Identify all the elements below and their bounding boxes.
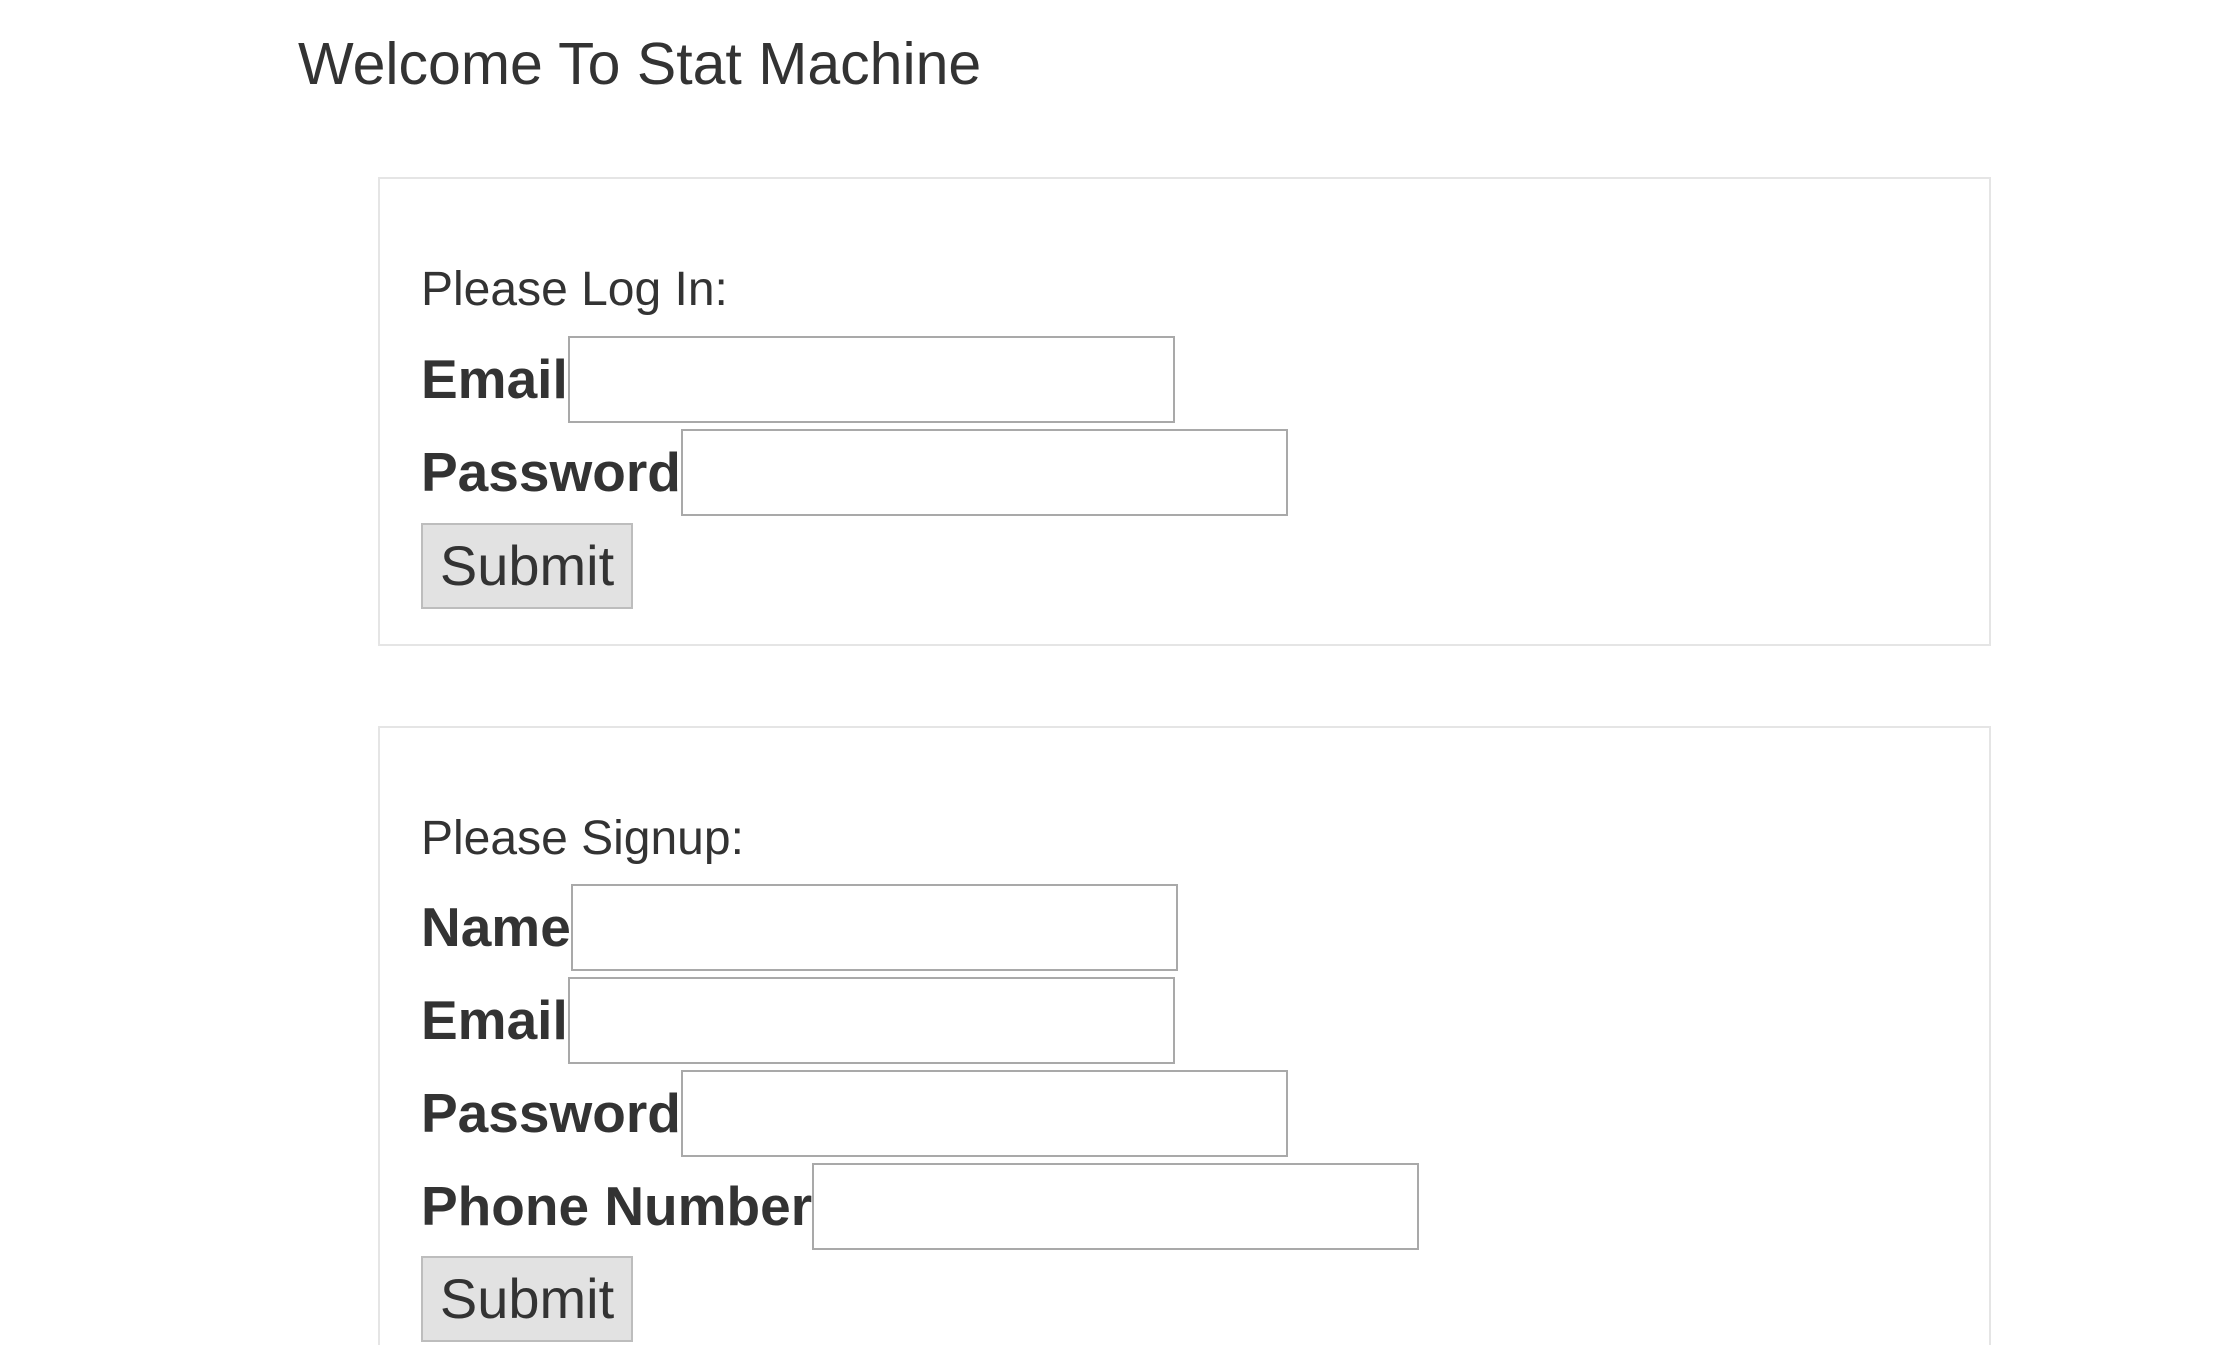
login-submit-button[interactable]: Submit [421,523,633,609]
signup-email-input[interactable] [567,977,1175,1064]
signup-phone-row: Phone Number [421,1163,1420,1250]
signup-email-row: Email [421,977,1175,1064]
signup-email-label: Email [421,989,568,1051]
signup-phone-input[interactable] [812,1163,1420,1250]
signup-submit-button[interactable]: Submit [421,1256,633,1342]
signup-heading: Please Signup: [421,812,744,865]
login-password-row: Password [421,429,1288,516]
signup-name-input[interactable] [570,884,1178,971]
login-panel: Please Log In: Email Password Submit [378,177,1991,646]
login-email-row: Email [421,336,1175,423]
login-email-label: Email [421,348,568,410]
signup-name-row: Name [421,884,1178,971]
signup-name-label: Name [421,896,571,958]
login-password-input[interactable] [680,429,1288,516]
login-email-input[interactable] [567,336,1175,423]
signup-password-input[interactable] [680,1070,1288,1157]
page-title: Welcome To Stat Machine [298,31,982,97]
login-heading: Please Log In: [421,263,728,316]
signup-password-label: Password [421,1082,681,1144]
signup-phone-label: Phone Number [421,1175,813,1237]
signup-password-row: Password [421,1070,1288,1157]
login-password-label: Password [421,441,681,503]
signup-panel: Please Signup: Name Email Password Phone… [378,726,1991,1345]
